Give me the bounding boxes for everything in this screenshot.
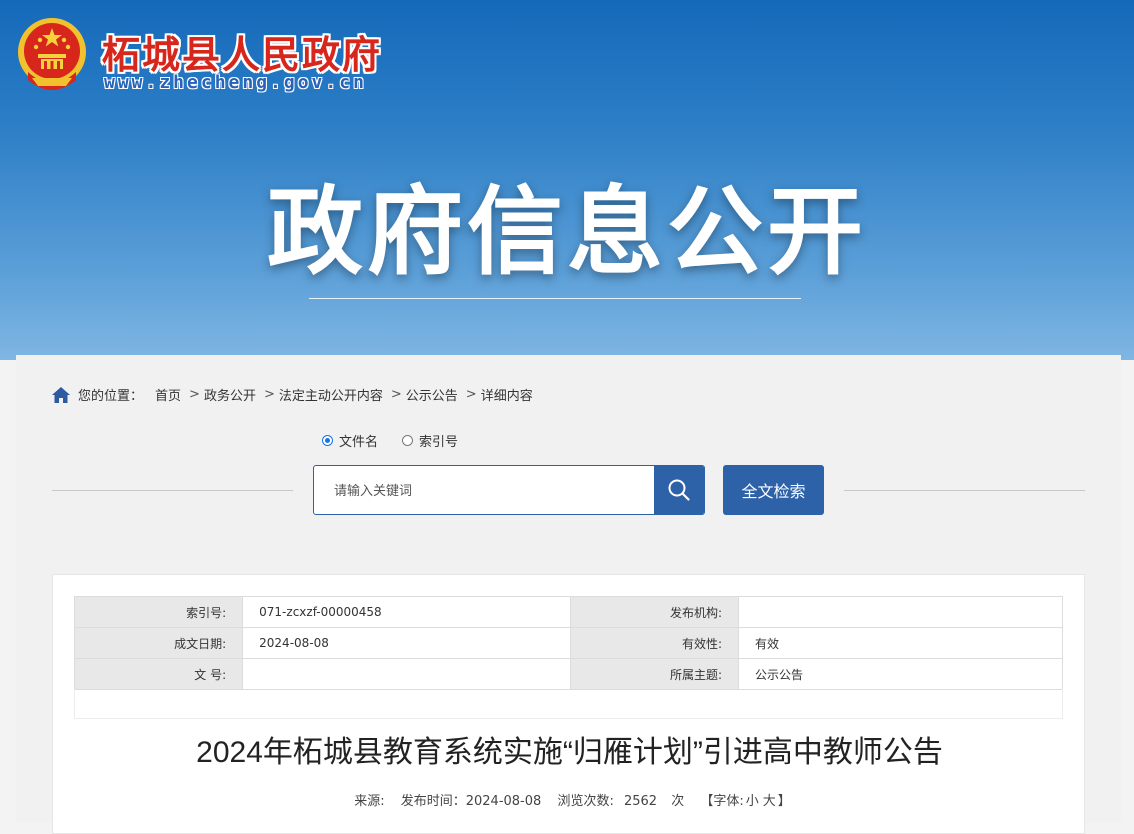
- meta-key-date: 成文日期:: [73, 627, 244, 659]
- search-button[interactable]: [654, 466, 704, 514]
- meta-value-date: 2024-08-08: [242, 627, 571, 659]
- radio-filename-label: 文件名: [339, 435, 379, 450]
- font-size-close: 】: [777, 794, 791, 809]
- meta-value-topic: 公示公告: [738, 658, 1063, 690]
- radio-index-number-label: 索引号: [419, 435, 459, 450]
- site-url: www.zhecheng.gov.cn: [104, 72, 367, 93]
- meta-value-doc-number: [242, 658, 571, 690]
- article-views-count: 2562: [623, 794, 658, 809]
- breadcrumb-home[interactable]: 首页: [155, 385, 181, 404]
- breadcrumb-statutory[interactable]: 法定主动公开内容: [279, 385, 383, 404]
- search-input[interactable]: [314, 466, 644, 514]
- header-banner: 柘城县人民政府 www.zhecheng.gov.cn 政府信息公开: [0, 0, 1134, 360]
- article-title: 2024年柘城县教育系统实施“归雁计划”引进高中教师公告: [196, 736, 943, 769]
- fulltext-search-button[interactable]: 全文检索: [723, 465, 824, 515]
- meta-table-footer: [74, 689, 1063, 719]
- breadcrumb-separator: >: [390, 387, 402, 402]
- breadcrumb-notices[interactable]: 公示公告: [406, 385, 458, 404]
- meta-key-doc-number: 文 号:: [73, 658, 244, 690]
- divider-left: [52, 490, 293, 491]
- breadcrumb-separator: >: [263, 387, 275, 402]
- meta-value-index: 071-zcxzf-00000458: [242, 596, 571, 628]
- table-row: 成文日期: 2024-08-08 有效性: 有效: [73, 627, 1063, 659]
- banner-divider: [309, 298, 801, 299]
- breadcrumb: 您的位置： 首页 > 政务公开 > 法定主动公开内容 > 公示公告 > 详细内容: [52, 385, 537, 404]
- site-name: 柘城县人民政府: [102, 33, 383, 77]
- radio-filename-dot[interactable]: [322, 435, 333, 446]
- font-size-label: 【字体:: [700, 794, 744, 809]
- radio-index-number-dot[interactable]: [402, 435, 414, 446]
- search-icon: [668, 479, 690, 501]
- article-info-bar: 来源: 发布时间：2024-08-08 浏览次数: 2562 次 【字体: 小大】: [53, 790, 1086, 809]
- font-size-large-button[interactable]: 大: [763, 794, 776, 809]
- meta-key-index: 索引号:: [73, 596, 244, 628]
- site-logo[interactable]: 柘城县人民政府 www.zhecheng.gov.cn: [16, 16, 416, 96]
- breadcrumb-separator: >: [189, 387, 200, 402]
- meta-value-publisher: [738, 596, 1063, 628]
- breadcrumb-separator: >: [465, 387, 477, 402]
- breadcrumb-detail: 详细内容: [480, 389, 533, 404]
- content-panel: 您的位置： 首页 > 政务公开 > 法定主动公开内容 > 公示公告 > 详细内容…: [16, 355, 1121, 834]
- radio-index-number[interactable]: 索引号: [402, 431, 458, 450]
- document-meta-table: 索引号: 071-zcxzf-00000458 发布机构: 成文日期: 2024…: [73, 596, 1063, 690]
- table-row: 索引号: 071-zcxzf-00000458 发布机构:: [73, 596, 1063, 628]
- banner-title: 政府信息公开: [267, 176, 867, 288]
- national-emblem-icon: [18, 18, 86, 90]
- meta-key-validity: 有效性:: [569, 627, 740, 659]
- search-box: [313, 465, 705, 515]
- breadcrumb-prefix: 您的位置：: [78, 389, 144, 404]
- font-size-small-button[interactable]: 小: [746, 794, 759, 809]
- table-row: 文 号: 所属主题: 公示公告: [73, 658, 1063, 690]
- article-source: 来源:: [354, 794, 385, 809]
- divider-right: [844, 490, 1085, 491]
- breadcrumb-gov-affairs[interactable]: 政务公开: [204, 385, 256, 404]
- search-type-options: 文件名 索引号: [322, 431, 482, 450]
- meta-value-validity: 有效: [738, 627, 1063, 659]
- article-views-unit: 次: [671, 794, 685, 809]
- meta-key-topic: 所属主题:: [569, 658, 740, 690]
- article-date: 发布时间：2024-08-08: [400, 794, 542, 809]
- article-views-label: 浏览次数:: [557, 794, 614, 809]
- meta-key-publisher: 发布机构:: [569, 596, 740, 628]
- radio-filename[interactable]: 文件名: [322, 431, 378, 450]
- document-card: 索引号: 071-zcxzf-00000458 发布机构: 成文日期: 2024…: [52, 574, 1085, 834]
- home-icon[interactable]: [52, 386, 70, 403]
